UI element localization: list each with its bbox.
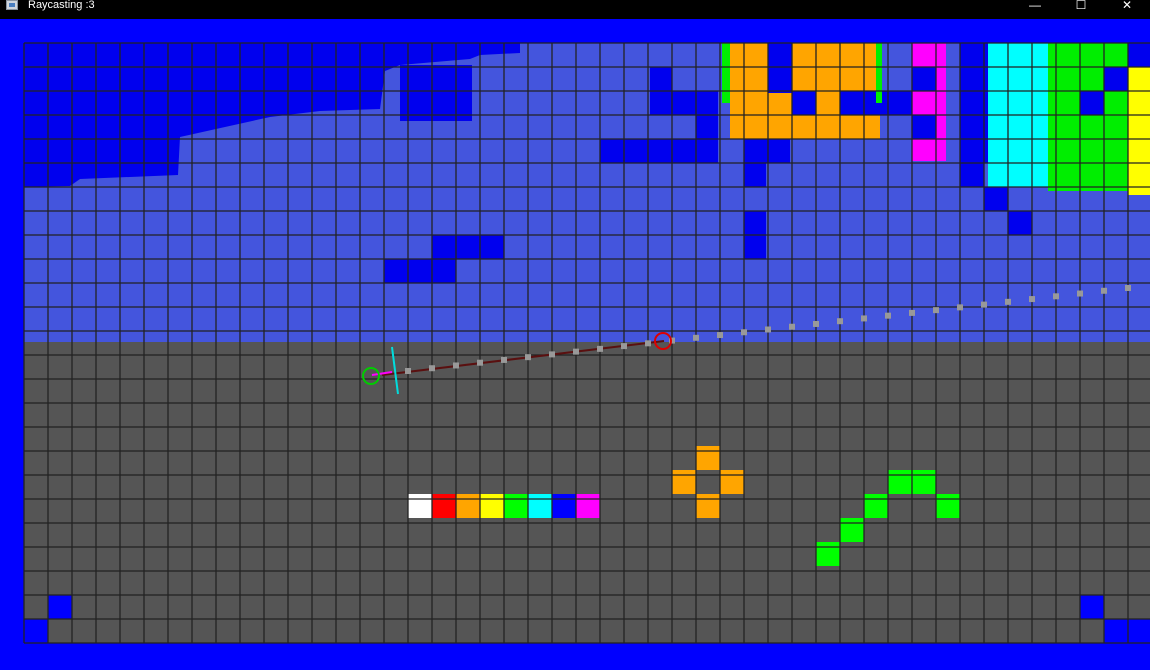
ray-step-dot (957, 304, 963, 311)
ray-step-dot (597, 345, 603, 352)
ray-step-dot (477, 359, 483, 366)
window-title: Raycasting :3 (28, 0, 95, 11)
ray-step-dot (549, 351, 555, 358)
ray-step-dot (573, 348, 579, 355)
ray-step-dot (1101, 287, 1107, 294)
ray-step-dot (453, 362, 459, 369)
ray-step-dot (813, 320, 819, 327)
app-window-icon (6, 0, 18, 10)
ray-step-dot (885, 312, 891, 319)
magenta-wall-block (912, 43, 946, 161)
game-viewport[interactable] (0, 19, 1150, 670)
ray-step-dot (717, 332, 723, 339)
ray-step-dot (405, 368, 411, 374)
ray-step-dot (1005, 298, 1011, 305)
ray-step-dot (525, 354, 531, 361)
raycast-scene (0, 19, 1150, 670)
maximize-button[interactable]: ☐ (1058, 0, 1104, 12)
ray-step-dot (1125, 285, 1131, 291)
minimize-button[interactable]: — (1012, 0, 1058, 12)
ray-step-dot (501, 356, 507, 363)
title-bar: Raycasting :3 — ☐ ✕ (0, 0, 1150, 12)
close-button[interactable]: ✕ (1104, 0, 1150, 12)
ray-step-dot (645, 340, 651, 347)
ray-step-dot (1077, 290, 1083, 297)
color-wall-block-right (960, 43, 1150, 195)
ray-step-dot (837, 318, 843, 325)
ray-step-dot (621, 343, 627, 350)
ray-step-dot (909, 309, 915, 316)
ray-step-dot (861, 315, 867, 322)
ray-step-dot (933, 307, 939, 314)
floor-region (24, 342, 1150, 643)
ray-step-dot (741, 329, 747, 336)
ray-step-dot (789, 323, 795, 330)
ray-step-dot (693, 334, 699, 341)
ray-step-dot (429, 365, 435, 372)
ray-step-dot (1029, 296, 1035, 303)
ray-step-dot (765, 326, 771, 333)
ray-step-dot (981, 301, 987, 308)
ray-step-dot (1053, 293, 1059, 300)
